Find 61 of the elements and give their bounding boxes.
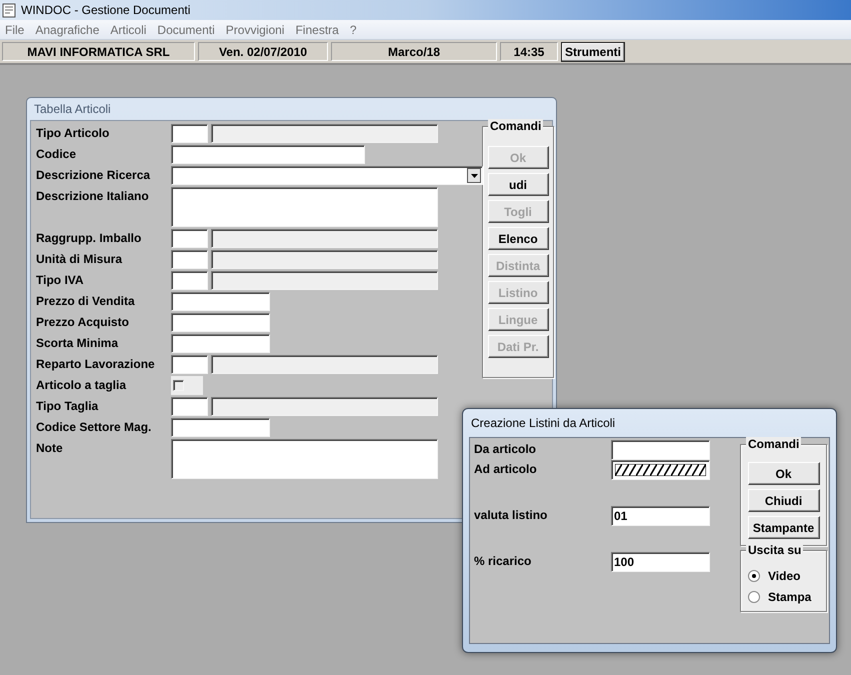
status-panel: Marco/18 xyxy=(331,42,497,61)
field-label: Codice xyxy=(35,146,78,162)
field-label: Raggrupp. Imballo xyxy=(35,230,142,246)
text-area[interactable] xyxy=(171,439,438,479)
caret-icon xyxy=(470,174,478,178)
command-button[interactable]: Chiudi xyxy=(748,489,820,512)
field-label: Ad articolo xyxy=(474,461,538,477)
input-field[interactable] xyxy=(611,460,710,480)
field-label: Unità di Misura xyxy=(35,251,124,267)
field-label: Descrizione Italiano xyxy=(35,188,150,204)
field-label: Prezzo di Vendita xyxy=(35,293,136,309)
field-label: Tipo IVA xyxy=(35,272,85,288)
group-title: Uscita su xyxy=(746,543,804,557)
group-title: Comandi xyxy=(746,437,802,451)
status-panel: Ven. 02/07/2010 xyxy=(198,42,328,61)
input-field[interactable] xyxy=(171,145,365,164)
text-area[interactable] xyxy=(171,187,438,227)
dropdown-button[interactable] xyxy=(467,168,481,183)
radio-label[interactable]: Video xyxy=(768,567,800,585)
field-label: Note xyxy=(35,440,64,456)
window-title: Tabella Articoli xyxy=(33,101,112,118)
input-field[interactable] xyxy=(171,229,208,248)
field-label: Codice Settore Mag. xyxy=(35,419,152,435)
input-field[interactable] xyxy=(171,334,270,353)
tools-button[interactable]: Strumenti xyxy=(561,42,626,62)
input-field[interactable] xyxy=(171,124,208,143)
hatched-pattern-icon xyxy=(615,464,706,476)
input-field[interactable]: 01 xyxy=(611,506,710,526)
radio-button[interactable] xyxy=(748,591,760,603)
field-label: Descrizione Ricerca xyxy=(35,167,152,183)
input-field[interactable]: 100 xyxy=(611,552,710,572)
description-dropdown[interactable] xyxy=(171,166,483,185)
field-label: % ricarico xyxy=(474,553,532,569)
command-button[interactable]: udi xyxy=(488,173,548,196)
window-title: WINDOC - Gestione Documenti xyxy=(21,2,190,19)
field-label: Da articolo xyxy=(474,441,538,457)
command-button[interactable]: Elenco xyxy=(488,227,548,250)
input-field[interactable] xyxy=(171,355,208,374)
field-label: Tipo Taglia xyxy=(35,398,100,414)
field-label: Tipo Articolo xyxy=(35,125,110,141)
radio-label[interactable]: Stampa xyxy=(768,588,812,606)
field-label: Articolo a taglia xyxy=(35,377,128,393)
input-field[interactable] xyxy=(171,418,270,437)
status-panel: MAVI INFORMATICA SRL xyxy=(2,42,195,61)
input-field[interactable] xyxy=(171,313,270,332)
radio-button[interactable] xyxy=(748,570,760,582)
field-label: valuta listino xyxy=(474,507,548,523)
group-title: Comandi xyxy=(488,119,544,133)
command-button[interactable]: Stampante xyxy=(748,516,820,539)
input-field[interactable] xyxy=(171,250,208,269)
input-field[interactable] xyxy=(171,397,208,416)
input-field[interactable] xyxy=(171,292,270,311)
input-field[interactable] xyxy=(171,271,208,290)
field-label: Reparto Lavorazione xyxy=(35,356,156,372)
input-field[interactable] xyxy=(611,440,710,460)
field-label: Scorta Minima xyxy=(35,335,120,351)
command-button[interactable]: Ok xyxy=(748,462,820,485)
window-title: Creazione Listini da Articoli xyxy=(470,415,616,432)
app-icon xyxy=(2,2,17,18)
status-panel: 14:35 xyxy=(500,42,558,61)
field-label: Prezzo Acquisto xyxy=(35,314,130,330)
